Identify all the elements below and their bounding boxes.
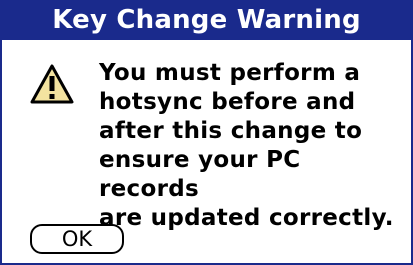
- key-change-warning-dialog: Key Change Warning You must perform a ho…: [0, 0, 413, 265]
- warning-message: You must perform a hotsync before and af…: [99, 60, 394, 231]
- warning-icon: [30, 64, 74, 104]
- dialog-title: Key Change Warning: [2, 0, 411, 40]
- ok-button[interactable]: OK: [30, 224, 124, 254]
